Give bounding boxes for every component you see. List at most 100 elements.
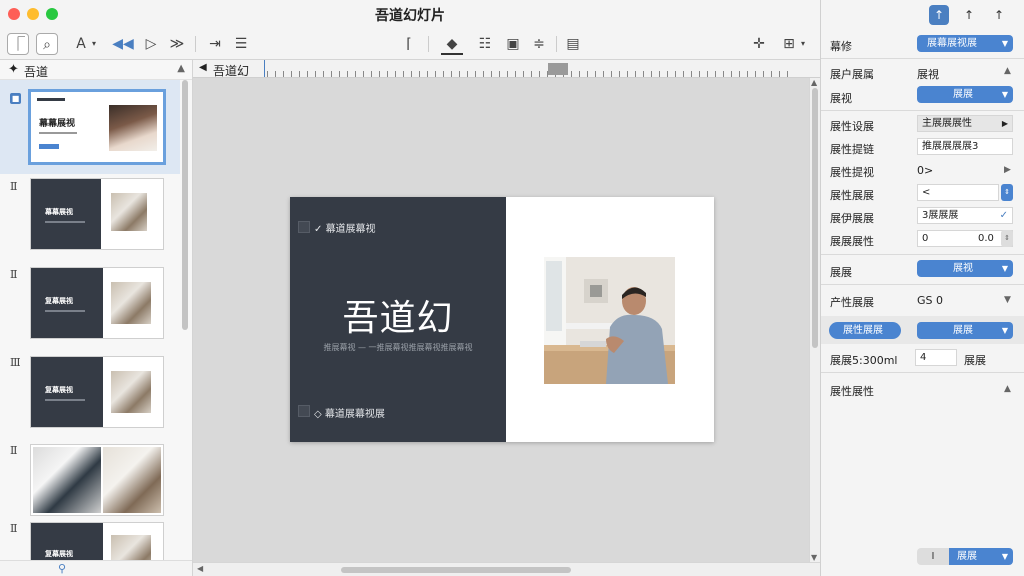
row-label-2: 展性提视 <box>830 166 874 179</box>
style-value: 展展 <box>953 89 973 100</box>
ruler-tab-marker[interactable] <box>548 63 568 75</box>
navigator-footer: ⚲ <box>0 560 192 576</box>
row-value-0: 主展展展性 <box>922 118 972 129</box>
slide-subtitle[interactable]: 推展幕视 — 一推展幕视推展幕视推展幕视 <box>290 342 506 353</box>
slide-number: Ⅲ <box>10 356 21 369</box>
ruler-title: 吾道幻 <box>213 64 250 78</box>
slide-title[interactable]: 吾道幻 <box>290 289 506 341</box>
divider <box>821 110 1024 111</box>
canvas-horizontal-scrollbar[interactable]: ◀ <box>193 562 820 576</box>
chevron-up-icon[interactable]: ▲ <box>811 78 817 87</box>
window-title: 吾道幻灯片 <box>375 8 445 24</box>
right-action-dropdown[interactable]: 展展 ▼ <box>917 322 1013 339</box>
chevron-right-icon[interactable]: ▶ <box>1004 165 1011 175</box>
thumb-photo <box>103 447 161 513</box>
align-center-icon[interactable]: ▣ <box>502 33 524 55</box>
slide-top-text: ✓ 幕道展幕视 <box>314 224 376 235</box>
chevron-down-icon[interactable]: ▾ <box>797 33 809 55</box>
chevron-right-icon: ▶ <box>1001 119 1008 128</box>
chevron-up-icon[interactable]: ▲ <box>1004 384 1011 394</box>
row-field-3[interactable]: < <box>917 184 999 201</box>
play-icon[interactable]: ▷ <box>140 33 162 55</box>
stepper-icon[interactable]: ⇕ <box>1001 230 1013 247</box>
forward-icon[interactable]: ≫ <box>166 33 188 55</box>
align-left-icon[interactable]: ☷ <box>474 33 496 55</box>
chevron-down-icon[interactable]: ▾ <box>88 33 100 55</box>
thumb-title: 复幕展视 <box>45 297 73 305</box>
size-field[interactable]: 4 <box>915 349 957 366</box>
ruler-indent-marker[interactable] <box>261 60 265 77</box>
format-tab[interactable]: ↑ <box>929 5 949 25</box>
new-slide-icon[interactable]: ⎾ <box>7 33 29 55</box>
row-field-4[interactable]: 3展展展 ✓ <box>917 207 1013 224</box>
search-icon[interactable]: ⚲ <box>58 562 66 575</box>
chevron-left-icon[interactable]: ◀ <box>197 564 203 573</box>
chevron-up-icon[interactable]: ▲ <box>177 63 185 74</box>
row-value-4: 3展展展 <box>922 210 959 221</box>
slide-canvas[interactable]: ◀ 吾道幻 ✓ 幕道展幕视 吾道幻 推展幕视 — 一推展幕视推展幕视推展幕视 ◇… <box>193 60 820 576</box>
thumb-photo <box>111 193 147 231</box>
checkbox-icon[interactable] <box>298 405 310 417</box>
slide-number: Ⅱ <box>10 268 18 281</box>
document-tab[interactable]: ↑ <box>989 5 1009 25</box>
stepper-icon[interactable]: ⇕ <box>1001 184 1013 201</box>
slide-top-label: 幕道展幕视 <box>325 224 376 235</box>
footer-segment-a[interactable]: Ⅰ <box>917 548 949 565</box>
scroll-thumb[interactable] <box>341 567 571 573</box>
animate-tab[interactable]: ↑ <box>959 5 979 25</box>
chevron-down-icon: ▼ <box>1001 39 1008 48</box>
slide-thumbnail-5[interactable] <box>30 444 164 516</box>
row-label-1: 展性提链 <box>830 143 874 156</box>
right-action-label: 展展 <box>953 325 973 336</box>
format-dropdown[interactable]: 展幕展视展 ▼ <box>917 35 1013 52</box>
format-label: 幕修 <box>830 40 852 53</box>
footer-segment-b[interactable]: 展展 ▼ <box>949 548 1013 565</box>
left-action-button[interactable]: 展性展展 <box>829 322 901 339</box>
row-field-0[interactable]: 主展展展性 ▶ <box>917 115 1013 132</box>
thumb-label-bar <box>37 98 65 101</box>
divider <box>821 284 1024 285</box>
chevron-down-icon: ▼ <box>1001 326 1008 335</box>
slide-thumbnail-3[interactable]: 复幕展视 <box>30 267 164 339</box>
scroll-thumb[interactable] <box>812 88 818 348</box>
thumb-photo <box>33 447 101 513</box>
navigator-scrollbar[interactable] <box>182 80 188 330</box>
format-value: 展幕展视展 <box>927 38 977 49</box>
toolbar-divider <box>556 36 557 52</box>
slide-number: Ⅱ <box>10 522 18 535</box>
ruler: ◀ 吾道幻 <box>193 60 820 78</box>
chevron-down-icon[interactable]: ▼ <box>811 553 817 562</box>
inspector-panel: ↑ ↑ ↑ 幕修 展幕展视展 ▼ 展户展属 展視 ▲ 展视 展展 ▼ 展性设展 主展… <box>820 0 1024 576</box>
add-slide-icon[interactable]: ✦ <box>8 62 19 77</box>
row-field-5[interactable]: 0 0.0 <box>917 230 1013 247</box>
row-field-1[interactable]: 推展展展展3 <box>917 138 1013 155</box>
checkbox-icon[interactable] <box>298 221 310 233</box>
rewind-icon[interactable]: ◀◀ <box>112 33 134 55</box>
zoom-icon[interactable]: ⌕ <box>36 33 58 55</box>
slide-bottom-label: 幕道展幕视展 <box>324 409 385 420</box>
style-dropdown[interactable]: 展展 ▼ <box>917 86 1013 103</box>
slide-thumbnail-4[interactable]: 复幕展视 <box>30 356 164 428</box>
list-icon[interactable]: ☰ <box>230 33 252 55</box>
document-icon[interactable]: ▤ <box>562 33 584 55</box>
chevron-up-icon[interactable]: ▲ <box>1004 66 1011 76</box>
bracket-icon[interactable]: ⌈ <box>398 33 420 55</box>
fill-dropdown[interactable]: 展视 ▼ <box>917 260 1013 277</box>
canvas-vertical-scrollbar[interactable]: ▲ ▼ <box>809 78 820 562</box>
slide[interactable]: ✓ 幕道展幕视 吾道幻 推展幕视 — 一推展幕视推展幕视推展幕视 ◇ 幕道展幕视… <box>290 197 714 442</box>
chevron-left-icon[interactable]: ◀ <box>199 62 207 73</box>
slide-thumbnail-2[interactable]: 幕幕展视 <box>30 178 164 250</box>
distribute-icon[interactable]: ≑ <box>528 33 550 55</box>
row-label-4: 展伊展展 <box>830 212 874 225</box>
slide-photo[interactable] <box>544 257 675 384</box>
row-value-5: 0 <box>922 233 929 244</box>
footer-segmented-control[interactable]: Ⅰ 展展 ▼ <box>917 548 1013 565</box>
chevron-down-icon: ▼ <box>1001 552 1008 561</box>
shape-icon[interactable]: ◆ <box>441 33 463 55</box>
style-label: 展视 <box>830 92 852 105</box>
indent-icon[interactable]: ⇥ <box>204 33 226 55</box>
chevron-down-icon[interactable]: ▼ <box>1004 295 1011 305</box>
slide-thumbnail-1[interactable]: 幕幕展视 <box>28 89 166 165</box>
crosshair-icon[interactable]: ✛ <box>748 33 770 55</box>
attr-value: 展視 <box>917 68 939 81</box>
